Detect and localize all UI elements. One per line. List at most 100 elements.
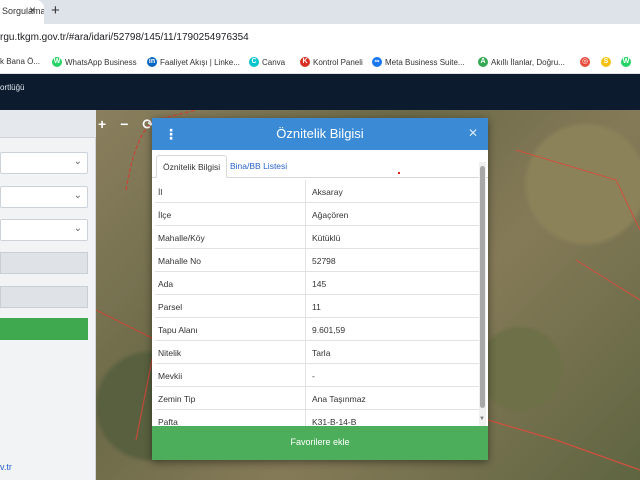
neighborhood-select[interactable]: ⌄ [0, 219, 88, 241]
chevron-down-icon: ⌄ [73, 223, 82, 234]
table-row: Ada 145 [155, 272, 481, 295]
attribute-key: Nitelik [158, 348, 182, 358]
attribute-value: Ağaçören [312, 210, 349, 220]
address-bar[interactable]: rgu.tkgm.gov.tr/#ara/idari/52798/145/11/… [0, 24, 640, 52]
block-input[interactable] [0, 252, 88, 274]
zoom-out-icon[interactable]: − [120, 116, 128, 133]
column-divider [305, 318, 306, 341]
column-divider [305, 410, 306, 426]
column-divider [305, 272, 306, 295]
linkedin-icon: in [147, 57, 157, 67]
bookmark-item[interactable]: ◎ [580, 57, 590, 67]
table-row: Zemin Tip Ana Taşınmaz [155, 387, 481, 410]
dialog-header: Öznitelik Bilgisi ⋮ ✕ [152, 118, 488, 150]
attribute-dialog: Öznitelik Bilgisi ⋮ ✕ Öznitelik Bilgisi … [152, 118, 488, 460]
query-button[interactable] [0, 318, 88, 340]
province-select[interactable]: ⌄ [0, 152, 88, 174]
column-divider [305, 226, 306, 249]
scrollbar[interactable]: ▼ [479, 162, 486, 426]
bookmark-item[interactable]: W [621, 57, 631, 67]
bookmark-item[interactable]: ∞ Meta Business Suite... [372, 57, 465, 67]
browser-tab-title: Sorgulama [2, 6, 44, 16]
attribute-value: 52798 [312, 256, 336, 266]
attribute-key: İlçe [158, 210, 172, 220]
bookmark-item[interactable]: C Canva [249, 57, 285, 67]
attribute-value: Tarla [312, 348, 331, 358]
bookmark-item[interactable]: A Akıllı İlanlar, Doğru... [478, 57, 565, 67]
bookmark-label: Faaliyet Akışı | Linke... [160, 57, 240, 67]
url-text[interactable]: rgu.tkgm.gov.tr/#ara/idari/52798/145/11/… [0, 32, 249, 43]
table-row: Tapu Alanı 9.601,59 [155, 318, 481, 341]
parcel-input[interactable] [0, 286, 88, 308]
scroll-down-icon[interactable]: ▼ [479, 416, 485, 422]
attribute-key: Ada [158, 279, 174, 289]
scrollbar-thumb[interactable] [480, 166, 485, 408]
left-panel: ⌄ ⌄ ⌄ v.tr [0, 110, 96, 480]
attribute-key: Mahalle/Köy [158, 233, 205, 243]
table-row: Mahalle No 52798 [155, 249, 481, 272]
attribute-key: Zemin Tip [158, 394, 196, 404]
chevron-down-icon: ⌄ [73, 190, 82, 201]
tab-attributes[interactable]: Öznitelik Bilgisi [156, 155, 228, 178]
attribute-value: Kütüklü [312, 233, 341, 243]
whatsapp-icon: W [621, 57, 631, 67]
dialog-tabs: Öznitelik Bilgisi Bina/BB Listesi [152, 150, 488, 178]
close-icon[interactable]: ✕ [468, 126, 478, 140]
column-divider [305, 364, 306, 387]
close-icon[interactable]: × [29, 3, 36, 17]
attribute-value: Aksaray [312, 187, 343, 197]
column-divider [305, 249, 306, 272]
attribute-key: Mahalle No [158, 256, 201, 266]
chevron-down-icon: ⌄ [73, 156, 82, 167]
attribute-value: 11 [312, 302, 321, 312]
s-icon: S [601, 57, 611, 67]
new-tab-icon[interactable]: + [51, 2, 60, 19]
ring-icon: ◎ [580, 57, 590, 67]
column-divider [305, 180, 306, 203]
app-header: ortlüğü [0, 74, 640, 110]
column-divider [305, 295, 306, 318]
attribute-value: 145 [312, 279, 327, 289]
whatsapp-icon: W [52, 57, 62, 67]
attribute-key: Mevkii [158, 371, 183, 381]
attribute-key: Pafta [158, 417, 178, 426]
bookmarks-bar: k Bana Ö... W WhatsApp Business in Faaliyet … [0, 52, 640, 74]
canva-icon: C [249, 57, 259, 67]
attribute-value: Ana Taşınmaz [312, 394, 366, 404]
attribute-key: Tapu Alanı [158, 325, 198, 335]
footer-link[interactable]: v.tr [0, 462, 12, 472]
bookmark-label: Canva [262, 57, 286, 67]
table-row: Parsel 11 [155, 295, 481, 318]
zoom-in-icon[interactable]: + [98, 116, 106, 133]
table-row: Pafta K31-B-14-B [155, 410, 481, 426]
menu-icon[interactable]: ⋮ [164, 126, 178, 143]
meta-icon: ∞ [372, 57, 382, 67]
attribute-value: 9.601,59 [312, 325, 346, 335]
district-select[interactable]: ⌄ [0, 186, 88, 208]
bookmark-item[interactable]: K Kontrol Paneli [300, 57, 363, 67]
bookmark-item[interactable]: W WhatsApp Business [52, 57, 137, 67]
bookmark-label: Kontrol Paneli [313, 57, 363, 67]
bookmark-item[interactable]: k Bana Ö... [0, 57, 40, 66]
dialog-title: Öznitelik Bilgisi [276, 126, 364, 141]
table-row: Mevkii - [155, 364, 481, 387]
column-divider [305, 203, 306, 226]
table-row: İl Aksaray [155, 180, 481, 203]
leaf-icon: A [478, 57, 488, 67]
attribute-value: - [312, 371, 315, 381]
left-panel-header [0, 110, 96, 138]
attribute-value: K31-B-14-B [312, 417, 357, 426]
add-favorite-button[interactable]: Favorilere ekle [152, 426, 488, 460]
app-header-text: ortlüğü [0, 83, 25, 92]
bookmark-item[interactable]: in Faaliyet Akışı | Linke... [147, 57, 240, 67]
bookmark-item[interactable]: S [601, 57, 611, 67]
table-row: Nitelik Tarla [155, 341, 481, 364]
column-divider [305, 341, 306, 364]
attribute-key: İl [158, 187, 163, 197]
attribute-table: İl Aksaray İlçe Ağaçören Mahalle/Köy Kütüklü M… [155, 180, 481, 426]
bookmark-label: k Bana Ö... [0, 57, 41, 66]
browser-tab[interactable]: Sorgulama × [0, 0, 44, 24]
tab-building-list[interactable]: Bina/BB Listesi [224, 155, 293, 178]
bookmark-label: Akıllı İlanlar, Doğru... [491, 57, 565, 67]
table-row: İlçe Ağaçören [155, 203, 481, 226]
